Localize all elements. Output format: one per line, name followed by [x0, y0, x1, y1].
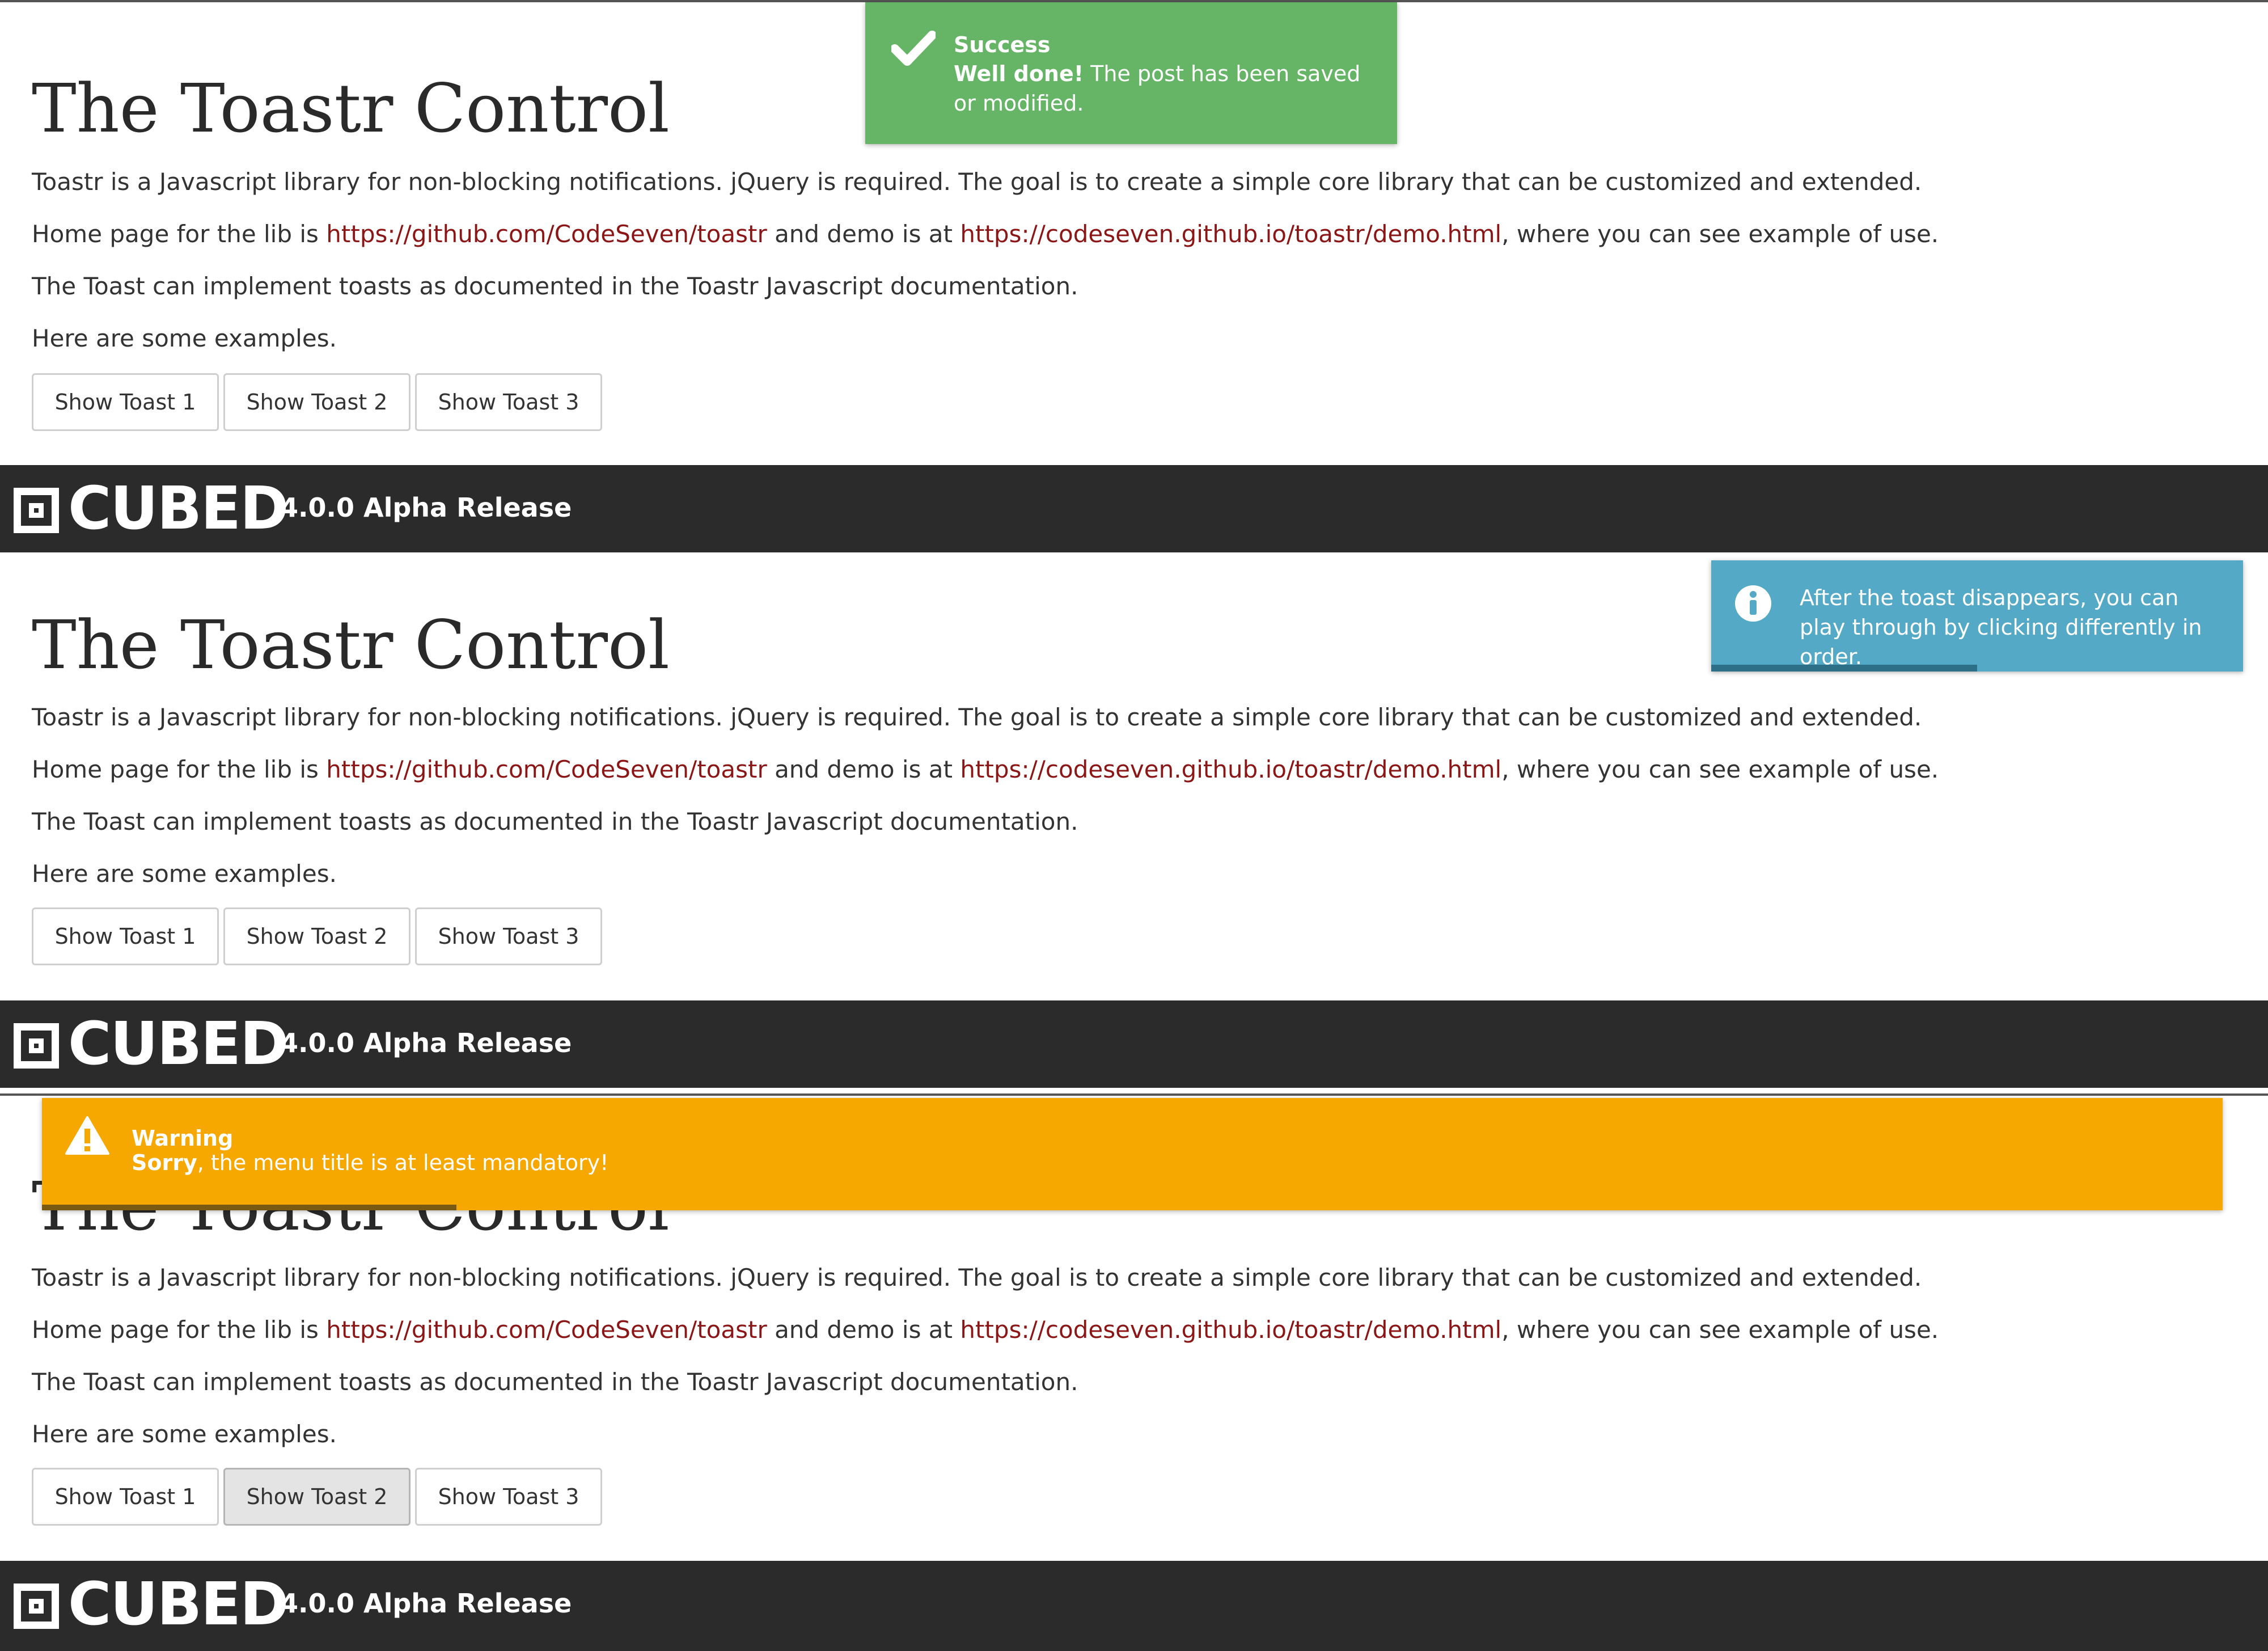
cubed-logo[interactable]: CUBED — [14, 479, 289, 538]
page-title: The Toastr Control — [32, 69, 670, 147]
logo-text: CUBED — [68, 1009, 289, 1078]
examples-text: Here are some examples. — [32, 324, 337, 352]
release-label: 4.0.0 Alpha Release — [280, 1588, 572, 1619]
toast-progress-bar — [1711, 665, 1977, 672]
intro-text: Toastr is a Javascript library for non-b… — [32, 168, 1922, 196]
toast-message: After the toast disappears, you can play… — [1800, 585, 2202, 669]
footer-bar: CUBED 4.0.0 Alpha Release — [0, 1000, 2268, 1088]
toast-message: Sorry, the menu title is at least mandat… — [132, 1148, 2173, 1177]
toast-progress-bar — [42, 1205, 456, 1210]
toast-message-text: , the menu title is at least mandatory! — [197, 1150, 609, 1175]
toast-message: Well done! The post has been saved or mo… — [954, 59, 1385, 118]
demo-mid: and demo is at — [767, 220, 960, 248]
home-prefix: Home page for the lib is — [32, 755, 327, 783]
show-toast-1-button[interactable]: Show Toast 1 — [32, 373, 219, 431]
release-label: 4.0.0 Alpha Release — [280, 492, 572, 523]
show-toast-2-button[interactable]: Show Toast 2 — [223, 373, 411, 431]
info-toast[interactable]: After the toast disappears, you can play… — [1711, 560, 2243, 672]
intro-text: Toastr is a Javascript library for non-b… — [32, 703, 1922, 731]
show-toast-3-button[interactable]: Show Toast 3 — [415, 373, 602, 431]
footer-bar: CUBED 4.0.0 Alpha Release — [0, 1561, 2268, 1651]
demo-mid: and demo is at — [767, 755, 960, 783]
demo-link[interactable]: https://codeseven.github.io/toastr/demo.… — [960, 1316, 1501, 1344]
demo-suffix: , where you can see example of use. — [1501, 220, 1939, 248]
github-link[interactable]: https://github.com/CodeSeven/toastr — [326, 755, 767, 783]
show-toast-1-button[interactable]: Show Toast 1 — [32, 1468, 219, 1526]
page-title: The Toastr Control — [32, 606, 670, 684]
cubed-logo-icon — [14, 1023, 59, 1069]
doc-text: The Toast can implement toasts as docume… — [32, 1368, 1078, 1396]
release-label: 4.0.0 Alpha Release — [280, 1028, 572, 1058]
warning-icon — [65, 1116, 109, 1155]
logo-text: CUBED — [68, 474, 289, 543]
links-line: Home page for the lib is https://github.… — [32, 222, 1939, 246]
links-line: Home page for the lib is https://github.… — [32, 758, 1939, 782]
button-group: Show Toast 1 Show Toast 2 Show Toast 3 — [32, 907, 604, 965]
show-toast-1-button[interactable]: Show Toast 1 — [32, 907, 219, 965]
examples-text: Here are some examples. — [32, 1420, 337, 1448]
cubed-logo-icon — [14, 1584, 59, 1629]
footer-bar: CUBED 4.0.0 Alpha Release — [0, 465, 2268, 552]
cubed-logo[interactable]: CUBED — [14, 1014, 289, 1073]
demo-link[interactable]: https://codeseven.github.io/toastr/demo.… — [960, 755, 1501, 783]
demo-suffix: , where you can see example of use. — [1501, 1316, 1939, 1344]
show-toast-3-button[interactable]: Show Toast 3 — [415, 1468, 602, 1526]
github-link[interactable]: https://github.com/CodeSeven/toastr — [326, 220, 767, 248]
home-prefix: Home page for the lib is — [32, 1316, 327, 1344]
toast-title: Success — [954, 32, 1051, 57]
toast-message-strong: Sorry — [132, 1150, 197, 1175]
logo-text: CUBED — [68, 1569, 289, 1639]
toast-title: Warning — [132, 1126, 234, 1151]
demo-link[interactable]: https://codeseven.github.io/toastr/demo.… — [960, 220, 1501, 248]
toast-message-strong: Well done! — [954, 61, 1084, 86]
show-toast-2-button[interactable]: Show Toast 2 — [223, 907, 411, 965]
cubed-logo[interactable]: CUBED — [14, 1574, 289, 1633]
warning-toast[interactable]: Warning Sorry, the menu title is at leas… — [42, 1098, 2223, 1210]
show-toast-2-button[interactable]: Show Toast 2 — [223, 1468, 411, 1526]
doc-text: The Toast can implement toasts as docume… — [32, 808, 1078, 835]
checkmark-icon — [891, 31, 936, 66]
info-icon — [1735, 585, 1771, 622]
demo-suffix: , where you can see example of use. — [1501, 755, 1939, 783]
home-prefix: Home page for the lib is — [32, 220, 327, 248]
button-group: Show Toast 1 Show Toast 2 Show Toast 3 — [32, 1468, 604, 1526]
doc-text: The Toast can implement toasts as docume… — [32, 272, 1078, 300]
intro-text: Toastr is a Javascript library for non-b… — [32, 1264, 1922, 1291]
button-group: Show Toast 1 Show Toast 2 Show Toast 3 — [32, 373, 604, 431]
success-toast[interactable]: Success Well done! The post has been sav… — [865, 2, 1397, 144]
show-toast-3-button[interactable]: Show Toast 3 — [415, 907, 602, 965]
demo-mid: and demo is at — [767, 1316, 960, 1344]
examples-text: Here are some examples. — [32, 860, 337, 888]
github-link[interactable]: https://github.com/CodeSeven/toastr — [326, 1316, 767, 1344]
cubed-logo-icon — [14, 488, 59, 533]
links-line: Home page for the lib is https://github.… — [32, 1318, 1939, 1342]
